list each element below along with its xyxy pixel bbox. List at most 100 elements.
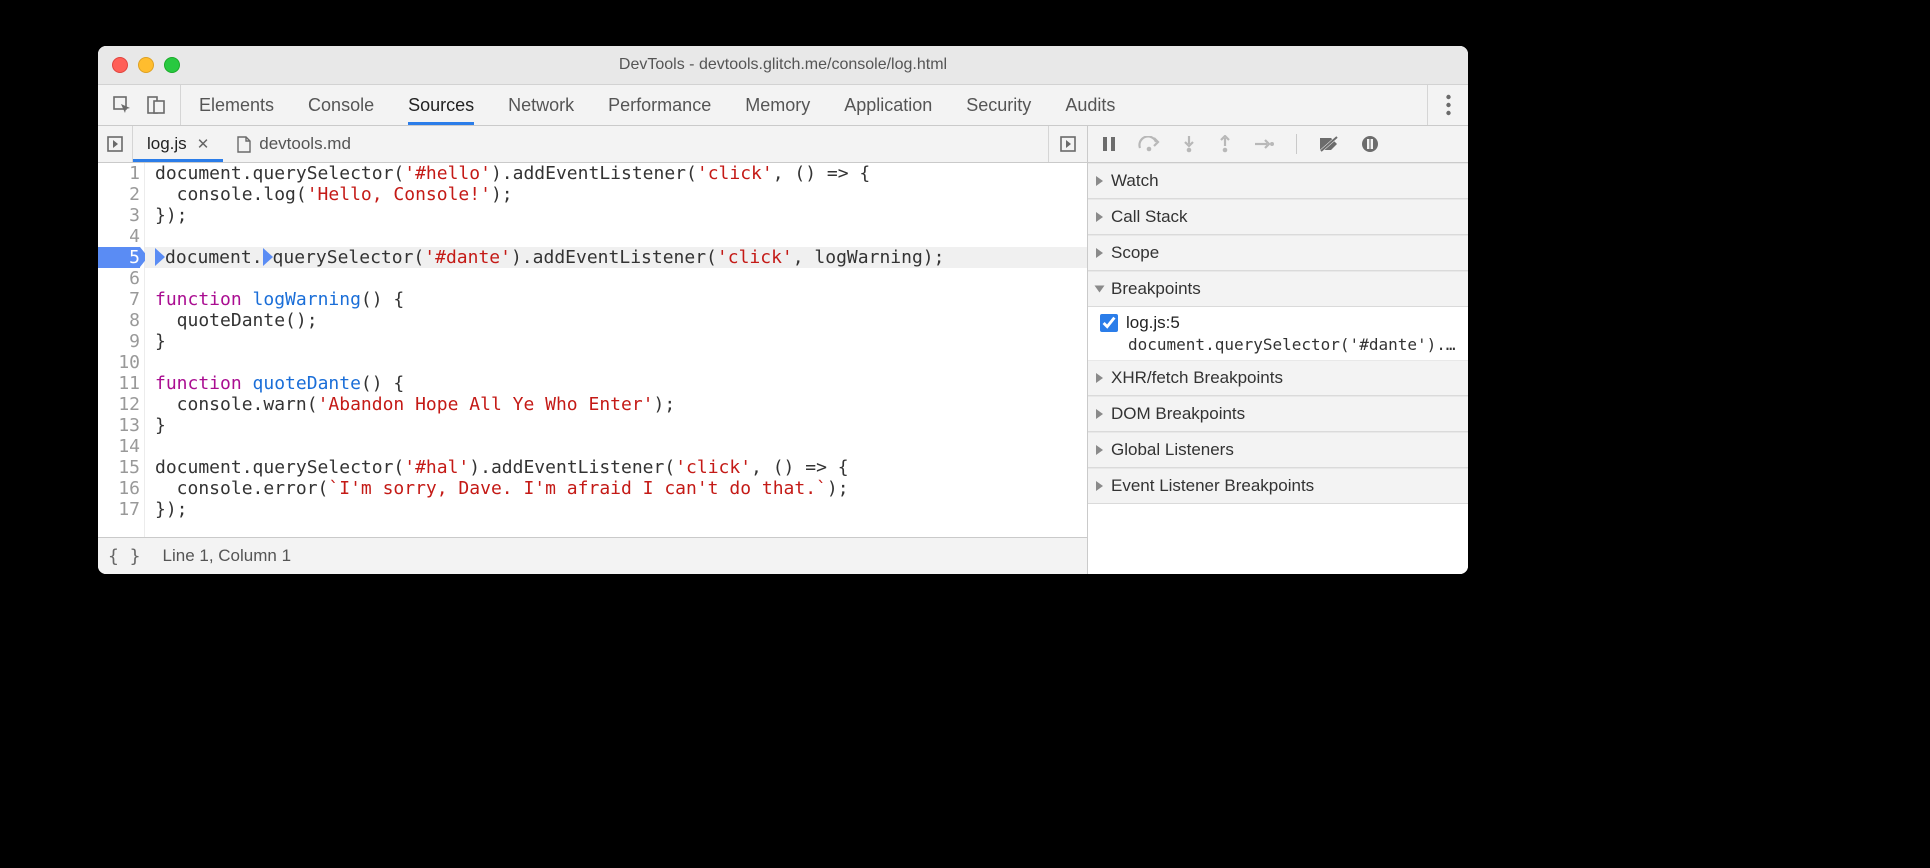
section-scope[interactable]: Scope (1088, 235, 1468, 271)
code-line[interactable]: console.error(`I'm sorry, Dave. I'm afra… (145, 478, 1087, 499)
code-line[interactable] (145, 436, 1087, 457)
gutter-line[interactable]: 6 (98, 268, 140, 289)
gutter-line[interactable]: 12 (98, 394, 140, 415)
section-breakpoints[interactable]: Breakpoints (1088, 271, 1468, 307)
gutter-line[interactable]: 7 (98, 289, 140, 310)
breakpoint-item[interactable]: log.js:5 document.querySelector('#dante')… (1088, 307, 1468, 360)
sources-editor: log.js✕devtools.md 123456789101112131415… (98, 126, 1088, 574)
code-line[interactable]: }); (145, 205, 1087, 226)
toggle-device-icon[interactable] (146, 95, 166, 115)
show-navigator-button[interactable] (98, 126, 133, 162)
section-label: Event Listener Breakpoints (1111, 476, 1314, 496)
section-label: Breakpoints (1111, 279, 1201, 299)
gutter-line[interactable]: 15 (98, 457, 140, 478)
close-window-button[interactable] (112, 57, 128, 73)
disclosure-triangle-icon (1096, 248, 1103, 258)
gutter-line[interactable]: 16 (98, 478, 140, 499)
main-tabstrip: Elements Console Sources Network Performance… (98, 85, 1468, 126)
tab-sources[interactable]: Sources (408, 85, 474, 125)
file-icon (237, 136, 251, 153)
format-icon[interactable]: { } (108, 546, 141, 567)
debug-toolbar (1088, 126, 1468, 163)
file-tabstrip: log.js✕ devtools.md (98, 126, 1087, 163)
code-line[interactable]: function quoteDante() { (145, 373, 1087, 394)
show-debugger-button[interactable] (1048, 126, 1087, 162)
section-label: Watch (1111, 171, 1159, 191)
gutter-line[interactable]: 5 (98, 247, 140, 268)
tab-audits[interactable]: Audits (1065, 85, 1115, 125)
gutter-line[interactable]: 1 (98, 163, 140, 184)
code-line[interactable] (145, 352, 1087, 373)
close-tab-icon[interactable]: ✕ (197, 135, 210, 153)
titlebar: DevTools - devtools.glitch.me/console/lo… (98, 46, 1468, 85)
disclosure-triangle-icon (1095, 286, 1105, 293)
tab-network[interactable]: Network (508, 85, 574, 125)
inspect-element-icon[interactable] (112, 95, 132, 115)
overflow-menu-button[interactable] (1427, 85, 1468, 125)
gutter-line[interactable]: 14 (98, 436, 140, 457)
section-dom-breakpoints[interactable]: DOM Breakpoints (1088, 396, 1468, 432)
section-watch[interactable]: Watch (1088, 163, 1468, 199)
breakpoint-label: log.js:5 (1126, 313, 1180, 333)
code-line[interactable] (145, 226, 1087, 247)
code-line[interactable]: function logWarning() { (145, 289, 1087, 310)
tab-memory[interactable]: Memory (745, 85, 810, 125)
gutter-line[interactable]: 9 (98, 331, 140, 352)
section-label: XHR/fetch Breakpoints (1111, 368, 1283, 388)
gutter-line[interactable]: 4 (98, 226, 140, 247)
file-tab-label: devtools.md (259, 134, 351, 154)
section-label: Call Stack (1111, 207, 1188, 227)
section-global-listeners[interactable]: Global Listeners (1088, 432, 1468, 468)
inline-breakpoint-marker[interactable] (155, 248, 165, 266)
tab-security[interactable]: Security (966, 85, 1031, 125)
zoom-window-button[interactable] (164, 57, 180, 73)
deactivate-breakpoints-icon[interactable] (1319, 136, 1339, 152)
file-tab-devtools-md[interactable]: devtools.md (223, 126, 365, 162)
tab-console[interactable]: Console (308, 85, 374, 125)
step-over-icon[interactable] (1138, 136, 1160, 152)
code-line[interactable]: console.log('Hello, Console!'); (145, 184, 1087, 205)
code-line[interactable]: document.querySelector('#dante').addEven… (145, 247, 1087, 268)
section-label: Global Listeners (1111, 440, 1234, 460)
file-tab-log-js[interactable]: log.js✕ (133, 126, 223, 162)
code-line[interactable]: }); (145, 499, 1087, 520)
code-line[interactable]: quoteDante(); (145, 310, 1087, 331)
gutter-line[interactable]: 17 (98, 499, 140, 520)
disclosure-triangle-icon (1096, 176, 1103, 186)
gutter-line[interactable]: 2 (98, 184, 140, 205)
gutter-line[interactable]: 3 (98, 205, 140, 226)
step-icon[interactable] (1254, 137, 1274, 151)
pause-on-exceptions-icon[interactable] (1361, 135, 1379, 153)
cursor-position: Line 1, Column 1 (163, 546, 292, 566)
inline-breakpoint-marker[interactable] (263, 248, 273, 266)
step-into-icon[interactable] (1182, 135, 1196, 153)
code-line[interactable]: } (145, 415, 1087, 436)
debug-sidebar: Watch Call Stack Scope Breakpoints log.js:5 d… (1088, 126, 1468, 574)
gutter-line[interactable]: 8 (98, 310, 140, 331)
code-line[interactable]: document.querySelector('#hello').addEven… (145, 163, 1087, 184)
pause-icon[interactable] (1102, 136, 1116, 152)
tab-performance[interactable]: Performance (608, 85, 711, 125)
disclosure-triangle-icon (1096, 481, 1103, 491)
section-call-stack[interactable]: Call Stack (1088, 199, 1468, 235)
section-event-listener-breakpoints[interactable]: Event Listener Breakpoints (1088, 468, 1468, 504)
minimize-window-button[interactable] (138, 57, 154, 73)
disclosure-triangle-icon (1096, 409, 1103, 419)
code-line[interactable]: document.querySelector('#hal').addEventL… (145, 457, 1087, 478)
gutter-line[interactable]: 10 (98, 352, 140, 373)
editor-statusbar: { } Line 1, Column 1 (98, 537, 1087, 574)
code-line[interactable] (145, 268, 1087, 289)
section-label: DOM Breakpoints (1111, 404, 1245, 424)
code-line[interactable]: } (145, 331, 1087, 352)
step-out-icon[interactable] (1218, 135, 1232, 153)
tab-elements[interactable]: Elements (199, 85, 274, 125)
section-xhr-fetch-breakpoints[interactable]: XHR/fetch Breakpoints (1088, 360, 1468, 396)
disclosure-triangle-icon (1096, 445, 1103, 455)
breakpoint-checkbox[interactable] (1100, 314, 1118, 332)
gutter-line[interactable]: 11 (98, 373, 140, 394)
code-editor[interactable]: 1234567891011121314151617 document.query… (98, 163, 1087, 537)
gutter-line[interactable]: 13 (98, 415, 140, 436)
breakpoint-snippet: document.querySelector('#dante').addEv… (1128, 335, 1458, 354)
code-line[interactable]: console.warn('Abandon Hope All Ye Who En… (145, 394, 1087, 415)
tab-application[interactable]: Application (844, 85, 932, 125)
